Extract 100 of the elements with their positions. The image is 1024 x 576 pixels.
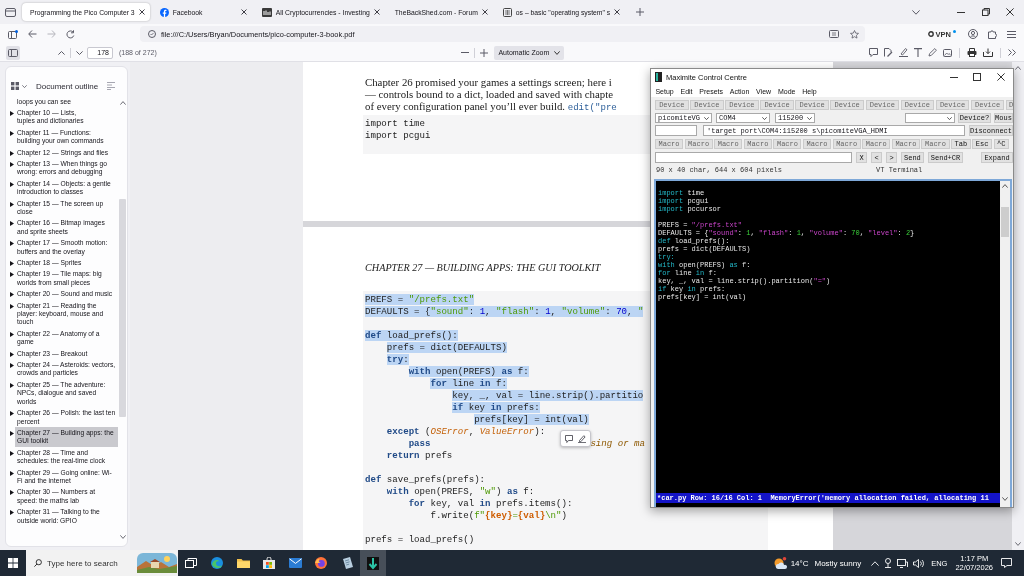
sidebar-toggle-button[interactable]	[6, 45, 20, 60]
comment-icon[interactable]	[869, 48, 878, 57]
page-icon[interactable]	[829, 30, 839, 38]
caret-down-icon[interactable]	[119, 535, 126, 539]
caret-down-icon[interactable]	[1002, 497, 1008, 501]
app-icon	[655, 72, 662, 82]
plus-icon[interactable]	[636, 8, 645, 16]
network-icon[interactable]	[897, 558, 909, 568]
image-icon[interactable]	[943, 48, 952, 57]
windows-logo-icon[interactable]	[8, 558, 18, 568]
task-view-icon	[185, 558, 197, 568]
code-line: def save_prefs(prefs):	[365, 474, 486, 485]
close-icon[interactable]	[481, 9, 488, 15]
bookmark-star-icon[interactable]	[850, 29, 859, 39]
print-icon[interactable]	[967, 48, 977, 57]
caret-down-icon	[704, 116, 709, 120]
restore-icon[interactable]	[982, 8, 990, 16]
close-icon[interactable]	[138, 9, 145, 15]
caret-up-icon[interactable]	[1002, 184, 1008, 188]
minimize-icon[interactable]	[950, 76, 958, 78]
pen-icon[interactable]	[928, 48, 937, 57]
document-icon	[341, 557, 353, 569]
signature-icon[interactable]	[884, 48, 893, 57]
scrollbar-thumb[interactable]	[1001, 207, 1009, 237]
puzzle-icon[interactable]	[988, 29, 997, 39]
expand-triangle-icon[interactable]	[10, 201, 14, 207]
down-arrow-icon	[367, 556, 379, 570]
expand-triangle-icon[interactable]	[10, 110, 14, 116]
expand-triangle-icon[interactable]	[10, 411, 14, 417]
expand-triangle-icon[interactable]	[10, 130, 14, 136]
caret-down-icon	[807, 116, 812, 120]
shopping-bag-icon	[263, 557, 275, 569]
expand-triangle-icon[interactable]	[10, 470, 14, 476]
minus-icon[interactable]	[461, 52, 470, 53]
body-paragraph: Chapter 26 promised your games a settings screen; here i — controls bound to a dict, loaded and saved with chapte of every configuration panel you’ll ever build. edit("pre	[365, 76, 617, 114]
terminal[interactable]	[654, 179, 1012, 507]
close-icon[interactable]	[997, 73, 1005, 81]
firefox-icon	[315, 557, 327, 569]
close-icon[interactable]	[373, 9, 380, 15]
code-line: return prefs	[386, 450, 453, 461]
text-tool-icon[interactable]	[914, 48, 922, 57]
plus-icon[interactable]	[480, 48, 489, 57]
caret-down-icon[interactable]	[1015, 542, 1021, 546]
menu-icon[interactable]	[1007, 30, 1016, 38]
shield-icon[interactable]	[148, 30, 156, 38]
sidebar-icon[interactable]	[8, 29, 18, 39]
highlighter-icon[interactable]	[899, 48, 908, 57]
expand-triangle-icon[interactable]	[10, 331, 14, 337]
close-icon[interactable]	[240, 9, 247, 15]
scrollbar-thumb[interactable]	[119, 199, 126, 417]
minimize-icon[interactable]	[957, 11, 965, 13]
expand-triangle-icon[interactable]	[10, 430, 14, 436]
weather-summary[interactable]: Mostly sunny	[814, 558, 862, 568]
account-icon[interactable]	[968, 29, 978, 39]
envelope-icon	[288, 558, 302, 568]
edge-browser-icon	[211, 557, 223, 569]
code-line: import pcgui	[365, 130, 431, 141]
comment-icon[interactable]	[565, 434, 574, 443]
weather-temperature[interactable]: 14°C	[790, 558, 809, 568]
save-icon[interactable]	[983, 48, 993, 57]
chevron-up-icon[interactable]	[871, 560, 880, 566]
pen-icon[interactable]	[577, 434, 586, 443]
notification-icon[interactable]	[1001, 558, 1012, 568]
double-chevron-icon[interactable]	[1008, 49, 1016, 56]
expand-triangle-icon[interactable]	[10, 261, 14, 266]
maximize-icon[interactable]	[973, 73, 981, 81]
caret-up-icon[interactable]	[1015, 66, 1021, 70]
expand-triangle-icon[interactable]	[10, 382, 14, 388]
square-logo-icon	[261, 7, 272, 17]
expand-triangle-icon[interactable]	[10, 450, 14, 456]
expand-triangle-icon[interactable]	[10, 241, 14, 247]
expand-triangle-icon[interactable]	[10, 221, 14, 227]
command-field[interactable]	[655, 152, 852, 163]
caret-down-icon	[762, 116, 767, 120]
code-line: import time	[365, 118, 426, 129]
code-line: except (OSError, ValueError):	[386, 426, 546, 437]
meet-icon[interactable]	[884, 558, 893, 568]
back-arrow-icon[interactable]	[28, 30, 37, 38]
taskbar-app-button[interactable]	[360, 550, 386, 576]
caret-up-icon[interactable]	[119, 101, 126, 105]
expand-triangle-icon[interactable]	[10, 181, 14, 187]
tab-list-icon[interactable]	[5, 7, 16, 17]
expand-triangle-icon[interactable]	[10, 490, 14, 496]
code-line: f.write(f"{key}={val}\n")	[430, 510, 567, 521]
close-icon[interactable]	[1006, 8, 1014, 16]
weather-icon[interactable]	[773, 557, 787, 569]
close-icon[interactable]	[614, 9, 621, 15]
code-line: pass	[408, 438, 431, 449]
caret-down-icon[interactable]	[76, 50, 83, 55]
speaker-icon[interactable]	[913, 558, 925, 568]
expand-triangle-icon[interactable]	[10, 510, 14, 516]
chapter-heading: CHAPTER 27 — BUILDING APPS: THE GUI TOOLKIT	[365, 262, 601, 274]
caret-up-icon[interactable]	[58, 50, 65, 55]
grid-icon[interactable]	[11, 82, 19, 90]
caret-down-icon[interactable]	[22, 84, 27, 88]
round-logo-icon	[159, 7, 169, 17]
search-field[interactable]: Type here to search	[26, 550, 178, 576]
input-field[interactable]	[655, 125, 697, 136]
chevron-down-icon[interactable]	[912, 9, 920, 15]
reload-icon[interactable]	[66, 29, 75, 39]
